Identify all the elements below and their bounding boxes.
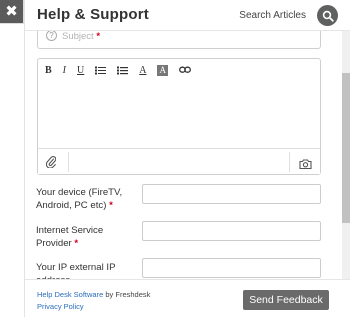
- search-articles-label[interactable]: Search Articles: [239, 10, 306, 21]
- rich-text-editor[interactable]: B I U A A: [37, 58, 321, 175]
- bulleted-list-icon: [95, 66, 107, 74]
- isp-label: Internet Service Provider *: [36, 225, 104, 249]
- divider: [68, 152, 69, 172]
- support-panel: Help & Support Search Articles ? Subject…: [24, 0, 350, 317]
- scrollbar[interactable]: [342, 31, 350, 279]
- help-circle-icon: ?: [46, 31, 57, 41]
- bulleted-list-button[interactable]: [95, 63, 107, 77]
- attach-file-button[interactable]: [45, 155, 57, 173]
- form-scroll-area[interactable]: ? Subject * B I U A A Your device (FireT…: [25, 31, 343, 279]
- paperclip-icon: [45, 156, 57, 169]
- close-widget-button[interactable]: ✖: [0, 0, 24, 24]
- required-mark: *: [74, 238, 79, 249]
- divider: [289, 152, 290, 172]
- helpdesk-software-link[interactable]: Help Desk Software: [37, 290, 103, 299]
- subject-field[interactable]: ? Subject *: [37, 31, 321, 49]
- privacy-policy-link[interactable]: Privacy Policy: [37, 302, 84, 311]
- by-freshdesk-text: by Freshdesk: [103, 290, 151, 299]
- camera-icon: [299, 159, 312, 170]
- underline-button[interactable]: U: [77, 63, 84, 77]
- italic-button[interactable]: I: [63, 63, 66, 77]
- link-icon: [179, 66, 191, 73]
- bold-button[interactable]: B: [45, 63, 52, 77]
- numbered-list-icon: [117, 66, 129, 74]
- editor-toolbar: B I U A A: [38, 59, 320, 81]
- device-label: Your device (FireTV, Android, PC etc) *: [36, 187, 123, 211]
- isp-input[interactable]: [142, 221, 321, 241]
- font-color-button[interactable]: A: [139, 63, 146, 77]
- scrollbar-thumb[interactable]: [342, 73, 350, 223]
- search-icon: [322, 10, 334, 22]
- numbered-list-button[interactable]: [117, 63, 129, 77]
- required-mark: *: [96, 31, 101, 42]
- subject-placeholder: Subject *: [62, 31, 101, 42]
- insert-link-button[interactable]: [179, 63, 191, 77]
- powered-by-line: Help Desk Software by Freshdesk: [37, 290, 150, 299]
- panel-footer: Help Desk Software by Freshdesk Privacy …: [25, 279, 350, 317]
- editor-footer: [38, 148, 320, 174]
- panel-header: Help & Support Search Articles: [25, 0, 350, 31]
- highlight-button[interactable]: A: [157, 64, 168, 76]
- ip-address-label: Your IP external IP address: [36, 262, 116, 279]
- close-icon: ✖: [5, 3, 18, 20]
- search-button[interactable]: [317, 5, 338, 26]
- device-input[interactable]: [142, 184, 321, 204]
- page-title: Help & Support: [37, 6, 149, 23]
- required-mark: *: [109, 200, 113, 211]
- ip-address-input[interactable]: [142, 258, 321, 278]
- screenshot-button[interactable]: [299, 156, 312, 174]
- send-feedback-button[interactable]: Send Feedback: [243, 290, 329, 310]
